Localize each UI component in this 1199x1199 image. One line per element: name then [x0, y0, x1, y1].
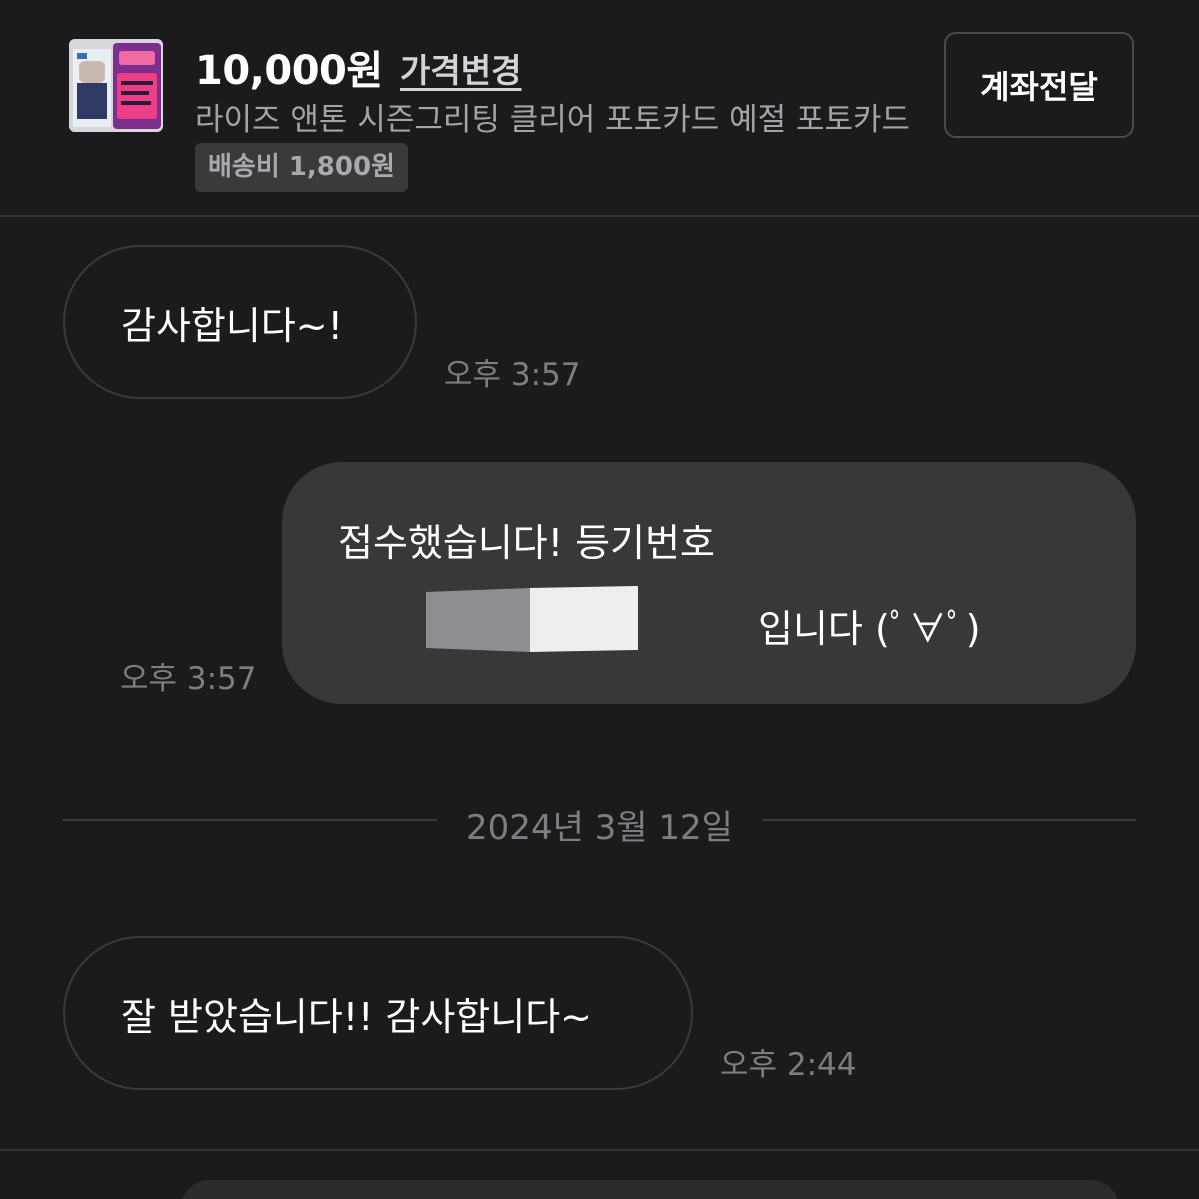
account-transfer-button[interactable]: 계좌전달: [944, 32, 1134, 138]
redacted-tracking-number: [426, 586, 638, 652]
message-input-area[interactable]: [180, 1180, 1120, 1199]
message-list[interactable]: 감사합니다~! 오후 3:57 접수했습니다! 등기번호 입니다 (ﾟ∀ﾟ) 오…: [0, 217, 1199, 1149]
message-time: 오후 3:57: [120, 661, 257, 697]
incoming-message-bubble[interactable]: 잘 받았습니다!! 감사합니다~: [63, 936, 693, 1090]
product-header: 10,000원 가격변경 라이즈 앤톤 시즌그리팅 클리어 포토카드 예절 포토…: [0, 0, 1199, 217]
shipping-fee-badge: 배송비 1,800원: [195, 143, 408, 192]
chat-screen: 10,000원 가격변경 라이즈 앤톤 시즌그리팅 클리어 포토카드 예절 포토…: [0, 0, 1199, 1199]
input-divider: [0, 1149, 1199, 1151]
message-time: 오후 2:44: [720, 1047, 857, 1083]
message-text: 감사합니다~!: [121, 303, 343, 348]
product-title: 라이즈 앤톤 시즌그리팅 클리어 포토카드 예절 포토카드: [195, 102, 911, 138]
message-time: 오후 3:57: [444, 357, 581, 393]
price-change-link[interactable]: 가격변경: [400, 44, 521, 92]
message-text: 접수했습니다! 등기번호: [338, 521, 715, 565]
incoming-message-bubble[interactable]: 감사합니다~!: [63, 245, 417, 399]
message-text-suffix: 입니다 (ﾟ∀ﾟ): [758, 607, 981, 651]
product-image-icon: [69, 39, 163, 132]
product-price: 10,000원: [195, 48, 383, 94]
date-label: 2024년 3월 12일: [466, 808, 733, 848]
message-text: 잘 받았습니다!! 감사합니다~: [121, 994, 593, 1039]
date-separator: 2024년 3월 12일: [63, 800, 1136, 848]
product-thumbnail[interactable]: [69, 39, 163, 132]
outgoing-message-bubble[interactable]: 접수했습니다! 등기번호 입니다 (ﾟ∀ﾟ): [282, 462, 1136, 704]
